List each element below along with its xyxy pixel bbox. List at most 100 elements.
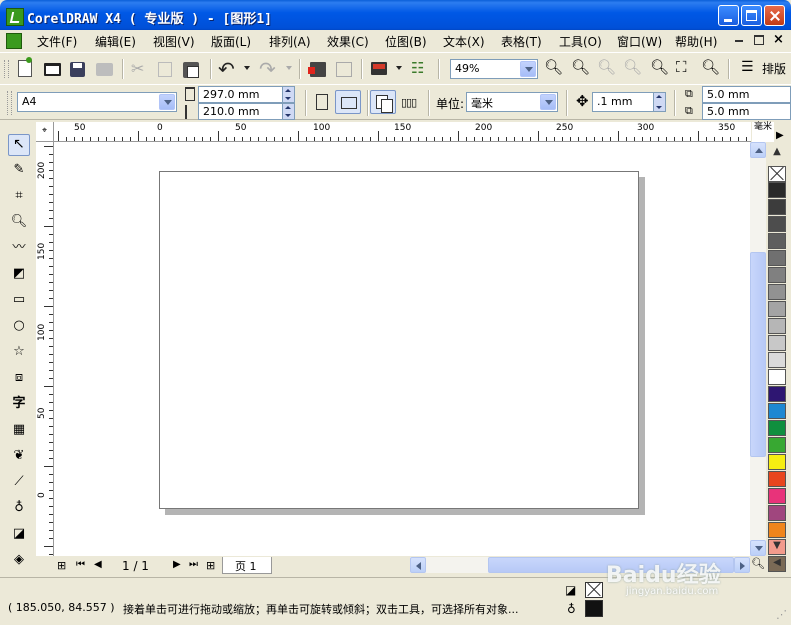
cut-icon[interactable]: ✂ xyxy=(131,59,144,78)
polygon-tool-icon[interactable]: ☆ xyxy=(9,342,29,362)
all-pages-button[interactable] xyxy=(370,90,396,114)
eyedropper-tool-icon[interactable]: ⟋ xyxy=(9,472,29,492)
fill-tool-icon[interactable]: ◪ xyxy=(9,524,29,544)
color-swatch[interactable] xyxy=(768,216,786,232)
color-swatch[interactable] xyxy=(768,522,786,538)
next-page-icon[interactable]: ▶ xyxy=(173,559,181,570)
menu-view[interactable]: 视图(V) xyxy=(153,33,195,50)
zoom-all-objects-icon[interactable]: 🔍︎ xyxy=(623,58,642,76)
print-icon[interactable] xyxy=(96,63,113,76)
docker-expand-icon[interactable]: ▶ xyxy=(776,130,788,144)
units-select[interactable]: 毫米 xyxy=(466,92,558,112)
menu-window[interactable]: 窗口(W) xyxy=(617,33,662,50)
new-document-icon[interactable] xyxy=(18,57,32,77)
color-swatch[interactable] xyxy=(768,420,786,436)
color-swatch[interactable] xyxy=(768,250,786,266)
freehand-tool-icon[interactable]: 〰 xyxy=(9,238,29,258)
color-swatch[interactable] xyxy=(768,301,786,317)
property-bar-grip[interactable] xyxy=(7,91,12,115)
current-page-icon[interactable]: ▯▯▯ xyxy=(401,96,417,109)
zoom-selected-icon[interactable]: 🔍︎ xyxy=(597,58,616,76)
color-swatch[interactable] xyxy=(768,505,786,521)
first-page-icon[interactable]: ⏮ xyxy=(76,559,85,570)
menu-effects[interactable]: 效果(C) xyxy=(327,33,369,50)
add-page-after-icon[interactable]: ⊞ xyxy=(206,559,215,572)
color-swatch[interactable] xyxy=(768,386,786,402)
color-swatch[interactable] xyxy=(768,488,786,504)
crop-tool-icon[interactable]: ⌗ xyxy=(9,186,29,206)
add-page-before-icon[interactable]: ⊞ xyxy=(57,559,66,572)
pick-tool[interactable]: ↖ xyxy=(8,134,30,156)
color-swatch[interactable] xyxy=(768,437,786,453)
layout-toolbar-icon[interactable]: ☰ xyxy=(741,59,754,75)
interactive-blend-tool-icon[interactable]: ❦ xyxy=(9,446,29,466)
undo-dropdown-icon[interactable] xyxy=(244,66,250,70)
page-height-input[interactable]: 210.0 mm xyxy=(198,103,295,120)
page-height-spinner[interactable] xyxy=(282,104,294,119)
zoom-page-icon[interactable]: 🔍︎ xyxy=(650,58,669,76)
scroll-up-button[interactable] xyxy=(750,142,766,158)
doc-minimize-icon[interactable] xyxy=(735,40,743,42)
menu-layout[interactable]: 版面(L) xyxy=(211,33,251,50)
zoom-page-width-icon[interactable]: ⛶ xyxy=(676,58,687,76)
import-icon[interactable] xyxy=(308,62,326,77)
toolbar-grip[interactable] xyxy=(4,60,9,78)
drawing-canvas[interactable] xyxy=(54,142,750,556)
color-swatch[interactable] xyxy=(768,471,786,487)
zoom-in-icon[interactable]: 🔍︎ xyxy=(544,58,563,76)
nudge-offset-spinner[interactable] xyxy=(653,93,665,111)
rectangle-tool-icon[interactable]: ▭ xyxy=(9,290,29,310)
palette-expand-icon[interactable]: ◀ xyxy=(768,557,786,571)
portrait-icon[interactable] xyxy=(316,94,328,110)
color-swatch[interactable] xyxy=(768,284,786,300)
zoom-out-icon[interactable]: 🔍︎ xyxy=(571,58,590,76)
zoom-tool-icon[interactable]: 🔍︎ xyxy=(9,212,29,232)
no-color-swatch[interactable] xyxy=(768,166,786,182)
color-palette[interactable] xyxy=(768,162,786,572)
chevron-down-icon[interactable] xyxy=(520,61,536,77)
interactive-fill-tool-icon[interactable]: ◈ xyxy=(9,550,29,570)
color-swatch[interactable] xyxy=(768,199,786,215)
close-button[interactable] xyxy=(764,5,785,26)
color-swatch[interactable] xyxy=(768,267,786,283)
landscape-button[interactable] xyxy=(335,90,361,114)
document-icon[interactable] xyxy=(6,33,22,49)
color-swatch[interactable] xyxy=(768,369,786,385)
ellipse-tool-icon[interactable]: ○ xyxy=(9,316,29,336)
smart-fill-tool-icon[interactable]: ◩ xyxy=(9,264,29,284)
redo-icon[interactable]: ↷ xyxy=(259,57,276,81)
page-width-spinner[interactable] xyxy=(282,87,294,102)
horizontal-ruler[interactable]: 50 0 50 100 150 200 250 300 350 xyxy=(54,122,751,142)
color-swatch[interactable] xyxy=(768,318,786,334)
menu-file[interactable]: 文件(F) xyxy=(37,33,77,50)
vertical-scroll-thumb[interactable] xyxy=(750,252,766,457)
scroll-right-button[interactable] xyxy=(734,557,750,573)
menu-tools[interactable]: 工具(O) xyxy=(559,33,602,50)
doc-close-icon[interactable]: × xyxy=(773,32,784,47)
doc-restore-icon[interactable] xyxy=(754,35,764,45)
vertical-scrollbar[interactable] xyxy=(750,142,766,556)
table-tool-icon[interactable]: ▦ xyxy=(9,420,29,440)
copy-icon[interactable] xyxy=(158,62,172,77)
document-page[interactable] xyxy=(159,171,639,509)
application-launcher-icon[interactable] xyxy=(371,62,387,75)
shape-tool-icon[interactable]: ✎ xyxy=(9,160,29,180)
last-page-icon[interactable]: ⏭ xyxy=(189,559,198,570)
title-bar[interactable]: CorelDRAW X4 ( 专业版 ) - [图形1] xyxy=(0,0,791,32)
chevron-down-icon[interactable] xyxy=(159,94,175,110)
nudge-offset-input[interactable]: .1 mm xyxy=(592,92,666,112)
export-icon[interactable] xyxy=(336,62,352,77)
color-swatch[interactable] xyxy=(768,182,786,198)
palette-scroll-down-icon[interactable]: ▼ xyxy=(768,540,786,554)
menu-arrange[interactable]: 排列(A) xyxy=(269,33,311,50)
previous-page-icon[interactable]: ◀ xyxy=(94,559,102,570)
duplicate-x-input[interactable]: 5.0 mm xyxy=(702,86,791,103)
text-tool-icon[interactable]: 字 xyxy=(9,394,29,414)
chevron-down-icon[interactable] xyxy=(540,94,556,110)
paste-icon[interactable] xyxy=(183,62,199,78)
page-width-input[interactable]: 297.0 mm xyxy=(198,86,295,103)
zoom-level-select[interactable]: 49% xyxy=(450,59,538,79)
color-swatch[interactable] xyxy=(768,352,786,368)
navigator-icon[interactable]: 🔍︎ xyxy=(750,557,766,573)
menu-text[interactable]: 文本(X) xyxy=(443,33,485,50)
